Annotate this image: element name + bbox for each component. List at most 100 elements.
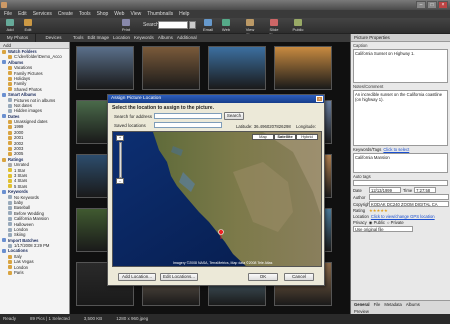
map-search-button[interactable]: Search <box>224 112 244 120</box>
folder-icon <box>8 195 12 200</box>
photo-thumbnail[interactable] <box>208 46 266 90</box>
window-controls: – □ × <box>416 1 448 9</box>
menu-create[interactable]: Create <box>58 10 73 18</box>
properties-tab-file[interactable]: File <box>374 301 381 308</box>
print-button[interactable]: Print <box>118 19 134 33</box>
auto-tags-field[interactable] <box>353 180 448 186</box>
copyright-field[interactable]: KODAK DC240 ZOOM DIGITAL CA <box>369 201 449 207</box>
folder-icon <box>8 125 12 130</box>
web-button[interactable]: Web <box>218 19 234 33</box>
cancel-button[interactable]: Cancel <box>284 273 314 281</box>
folder-icon <box>8 179 12 184</box>
date-label: Date <box>353 187 362 193</box>
caption-field[interactable]: California Sunset on Highway 1. <box>353 49 448 83</box>
menu-edit[interactable]: Edit <box>18 10 27 18</box>
toolbar-button-label: Email <box>202 27 213 32</box>
add-location-button[interactable]: Add Location... <box>118 273 156 281</box>
folder-icon <box>8 259 12 264</box>
tab-my-photos[interactable]: My Photos <box>0 34 36 42</box>
search-go-button[interactable] <box>189 21 196 29</box>
use-original-select[interactable]: Use original file <box>353 226 413 232</box>
author-label: Author <box>353 194 366 200</box>
section-icon <box>2 238 6 243</box>
map-imagery <box>113 132 321 266</box>
zoom-in-button[interactable]: + <box>116 135 124 141</box>
saved-locations-select[interactable] <box>154 122 222 128</box>
section-icon <box>2 114 6 119</box>
photo-thumbnail[interactable] <box>76 46 134 90</box>
edit-locations-button[interactable]: Edit Locations... <box>160 273 198 281</box>
menu-shop[interactable]: Shop <box>97 10 109 18</box>
gps-location-link[interactable]: Click to view/change GPS location <box>371 214 435 219</box>
menu-web[interactable]: Web <box>114 10 124 18</box>
notes-field[interactable]: An incredible sunset on the California c… <box>353 90 448 146</box>
section-icon <box>2 60 6 65</box>
menu-help[interactable]: Help <box>179 10 189 18</box>
edit-button[interactable]: Edit <box>20 19 36 33</box>
minimize-button[interactable]: – <box>416 1 426 9</box>
satellite-map[interactable]: + – Map Satellite Hybrid Imagery ©2008 NAS… <box>112 131 322 267</box>
add-button[interactable]: Add <box>2 19 18 33</box>
sidebar-tree: Watch Folders C:\dev\folder\Demo_Acco Albu… <box>0 49 69 275</box>
privacy-private-radio[interactable]: ○ Private <box>387 220 404 225</box>
menu-view[interactable]: View <box>130 10 141 18</box>
folder-icon <box>8 184 12 189</box>
menu-services[interactable]: Services <box>33 10 52 18</box>
image-toolbar-albums[interactable]: Albums <box>158 34 173 42</box>
menu-thumbnails[interactable]: Thumbnails <box>147 10 173 18</box>
properties-panel: Picture Properties Caption California Su… <box>350 34 450 314</box>
folder-icon <box>8 87 12 92</box>
map-type-map[interactable]: Map <box>252 134 274 140</box>
image-toolbar-additional[interactable]: Additional <box>177 34 197 42</box>
search-input[interactable] <box>158 21 188 29</box>
properties-tab-general[interactable]: General <box>354 301 370 308</box>
properties-tab-albums[interactable]: Albums <box>406 301 420 308</box>
photo-thumbnail[interactable] <box>142 46 200 90</box>
folder-icon <box>8 200 12 205</box>
author-field[interactable] <box>369 194 449 200</box>
close-window-button[interactable]: × <box>438 1 448 9</box>
sidebar-add-button[interactable]: Add <box>3 43 11 48</box>
dialog-close-button[interactable]: × <box>316 96 323 102</box>
public-button[interactable]: Public <box>290 19 306 33</box>
email-button[interactable]: Email <box>200 19 216 33</box>
image-toolbar-tools[interactable]: Tools <box>73 34 84 42</box>
image-toolbar-edit-image[interactable]: Edit Image <box>88 34 110 42</box>
folder-icon <box>8 254 12 259</box>
image-toolbar-keywords[interactable]: Keywords <box>134 34 154 42</box>
map-type-hybrid[interactable]: Hybrid <box>296 134 318 140</box>
status-selection: 89 Pics | 1 Selected <box>30 316 70 321</box>
section-icon <box>2 189 6 194</box>
zoom-out-button[interactable]: – <box>116 178 124 184</box>
slide-show-button[interactable]: Slide Show <box>266 19 282 37</box>
photo-thumbnail[interactable] <box>274 46 332 90</box>
section-icon <box>2 92 6 97</box>
ok-button[interactable]: OK <box>248 273 278 281</box>
date-field[interactable]: 12/13/1999 <box>369 187 401 193</box>
dialog-title: Assign Picture Location <box>108 95 324 103</box>
zoom-slider[interactable] <box>119 142 122 178</box>
keywords-select-link[interactable]: Click to select <box>383 147 409 152</box>
folder-icon <box>8 211 12 216</box>
address-input[interactable] <box>154 113 222 119</box>
properties-tab-metadata[interactable]: Metadata <box>384 301 401 308</box>
folder-icon <box>8 135 12 140</box>
folder-icon <box>8 206 12 211</box>
map-type-satellite[interactable]: Satellite <box>274 134 296 140</box>
folder-icon <box>8 162 12 167</box>
menu-tools[interactable]: Tools <box>79 10 91 18</box>
view-pics-button[interactable]: View Pics <box>242 19 258 37</box>
time-field[interactable]: 7:27:58 <box>414 187 437 193</box>
tab-devices[interactable]: Devices <box>36 34 72 42</box>
sidebar-item[interactable]: Paris <box>1 270 69 275</box>
maximize-button[interactable]: □ <box>427 1 437 9</box>
keywords-field[interactable]: California Mansion <box>353 153 448 173</box>
privacy-public-radio[interactable]: ◉ Public <box>369 220 385 225</box>
pencil-icon <box>24 19 32 26</box>
search-label: Search <box>143 22 159 28</box>
rating-stars[interactable]: ★★★★★ <box>369 208 388 213</box>
location-label: Location <box>353 214 369 219</box>
menu-file[interactable]: File <box>4 10 12 18</box>
folder-icon <box>8 222 12 227</box>
image-toolbar-location[interactable]: Location <box>113 34 130 42</box>
